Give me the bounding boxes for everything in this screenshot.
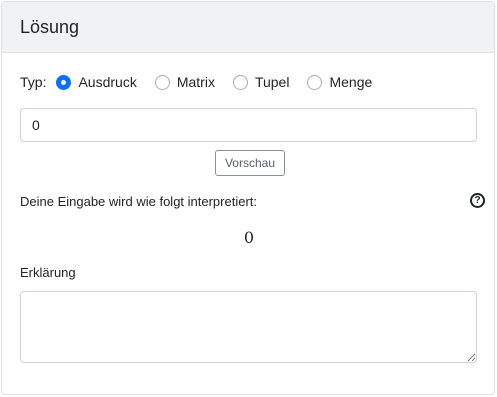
explanation-textarea[interactable] [20,291,477,363]
radio-label-ausdruck: Ausdruck [78,74,137,90]
type-selector: Typ: Ausdruck Matrix Tupel Menge [20,74,390,90]
preview-button[interactable]: Vorschau [215,150,285,176]
radio-option-matrix[interactable]: Matrix [154,74,215,90]
radio-label-matrix: Matrix [176,74,215,90]
radio-matrix[interactable] [154,74,170,90]
radio-label-menge: Menge [329,74,373,90]
answer-input[interactable] [20,108,477,142]
interpretation-label: Deine Eingabe wird wie folgt interpretie… [20,194,258,209]
card-title: Lösung [20,16,80,37]
card-header: Lösung [2,2,494,53]
question-circle-icon[interactable]: ? [470,193,485,208]
radio-option-tupel[interactable]: Tupel [232,74,290,90]
interpretation-value: 0 [243,228,255,247]
radio-menge[interactable] [307,74,323,90]
radio-ausdruck[interactable] [56,74,72,90]
type-label: Typ: [20,74,47,90]
radio-tupel[interactable] [232,74,248,90]
solution-card: Lösung Typ: Ausdruck Matrix Tupel Menge [1,1,495,395]
radio-option-ausdruck[interactable]: Ausdruck [56,74,137,90]
explanation-label: Erklärung [20,265,76,280]
radio-label-tupel: Tupel [254,74,290,90]
radio-option-menge[interactable]: Menge [307,74,372,90]
